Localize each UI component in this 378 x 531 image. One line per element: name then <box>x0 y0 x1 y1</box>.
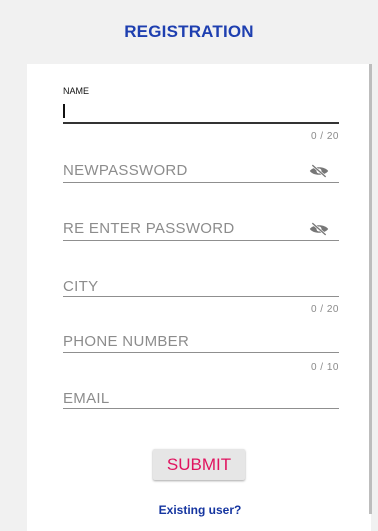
name-field[interactable]: NAME 0 / 20 <box>63 86 339 144</box>
city-underline <box>63 296 339 297</box>
existing-user-link[interactable]: Existing user? <box>0 503 378 517</box>
new-password-field[interactable]: NEWPASSWORD <box>63 160 339 186</box>
eye-off-icon[interactable] <box>309 222 329 236</box>
city-field[interactable]: CITY 0 / 20 <box>63 276 339 316</box>
scrollbar[interactable] <box>369 64 372 514</box>
page-title: REGISTRATION <box>124 22 254 41</box>
phone-number-placeholder: PHONE NUMBER <box>63 333 190 350</box>
reenter-password-underline <box>63 240 339 241</box>
city-counter: 0 / 20 <box>310 304 339 315</box>
name-counter: 0 / 20 <box>310 131 339 142</box>
text-cursor <box>63 104 65 118</box>
city-placeholder: CITY <box>63 278 99 295</box>
new-password-underline <box>63 182 339 183</box>
phone-number-counter: 0 / 10 <box>310 362 339 373</box>
phone-number-field[interactable]: PHONE NUMBER 0 / 10 <box>63 332 339 374</box>
email-field[interactable]: EMAIL <box>63 388 339 412</box>
reenter-password-field[interactable]: RE ENTER PASSWORD <box>63 218 339 244</box>
email-placeholder: EMAIL <box>63 390 110 407</box>
new-password-placeholder: NEWPASSWORD <box>63 162 188 179</box>
eye-off-icon[interactable] <box>309 164 329 178</box>
email-underline <box>63 408 339 409</box>
name-underline <box>63 122 339 124</box>
phone-number-underline <box>63 352 339 353</box>
name-label: NAME <box>63 86 90 96</box>
reenter-password-placeholder: RE ENTER PASSWORD <box>63 220 235 237</box>
cropped-header-text <box>0 0 378 8</box>
submit-button[interactable]: SUBMIT <box>153 449 245 480</box>
